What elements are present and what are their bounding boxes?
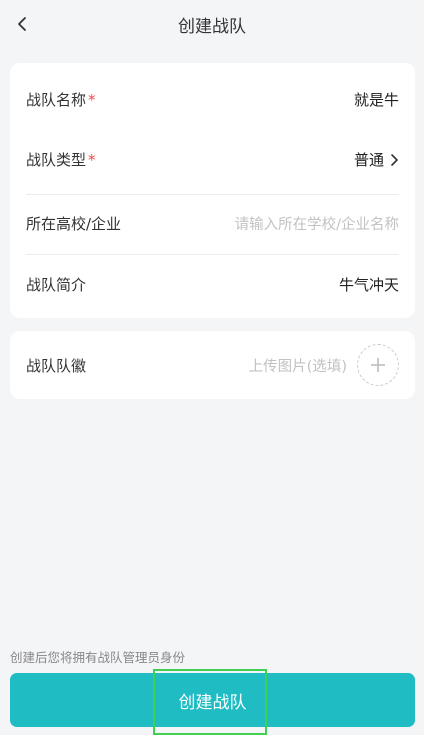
required-mark: *	[88, 150, 96, 169]
school-label: 所在高校/企业	[26, 214, 122, 233]
team-name-row[interactable]: 战队名称 * 就是牛	[26, 69, 399, 129]
chevron-right-icon	[391, 154, 398, 166]
plus-icon	[371, 358, 385, 372]
badge-upload[interactable]: 上传图片(选填)	[249, 344, 399, 386]
upload-button[interactable]	[357, 344, 399, 386]
school-row[interactable]: 所在高校/企业 请输入所在学校/企业名称	[26, 193, 399, 253]
team-name-value[interactable]: 就是牛	[354, 89, 399, 110]
team-name-label: 战队名称 *	[26, 90, 96, 109]
admin-note: 创建后您将拥有战队管理员身份	[10, 650, 186, 665]
team-type-value: 普通	[353, 150, 384, 169]
create-team-button[interactable]: 创建战队	[10, 673, 415, 727]
upload-hint: 上传图片(选填)	[248, 358, 347, 375]
intro-label: 战队简介	[26, 275, 87, 294]
team-type-label: 战队类型 *	[26, 150, 96, 169]
intro-row[interactable]: 战队简介 牛气冲天	[26, 254, 399, 314]
team-type-row[interactable]: 战队类型 * 普通	[26, 129, 399, 189]
page-title: 创建战队	[178, 17, 246, 37]
team-badge-card: 战队队徽 上传图片(选填)	[10, 331, 415, 399]
nav-bar: 创建战队	[0, 0, 424, 48]
team-type-select[interactable]: 普通	[354, 149, 399, 170]
badge-label: 战队队徽	[26, 356, 87, 375]
intro-value[interactable]: 牛气冲天	[339, 274, 399, 295]
team-info-card: 战队名称 * 就是牛 战队类型 * 普通 所在高校/企业 请输入所在学校/企业名称 …	[10, 63, 415, 318]
required-mark: *	[88, 90, 96, 109]
badge-row: 战队队徽 上传图片(选填)	[26, 335, 399, 395]
school-input[interactable]: 请输入所在学校/企业名称	[235, 213, 399, 234]
